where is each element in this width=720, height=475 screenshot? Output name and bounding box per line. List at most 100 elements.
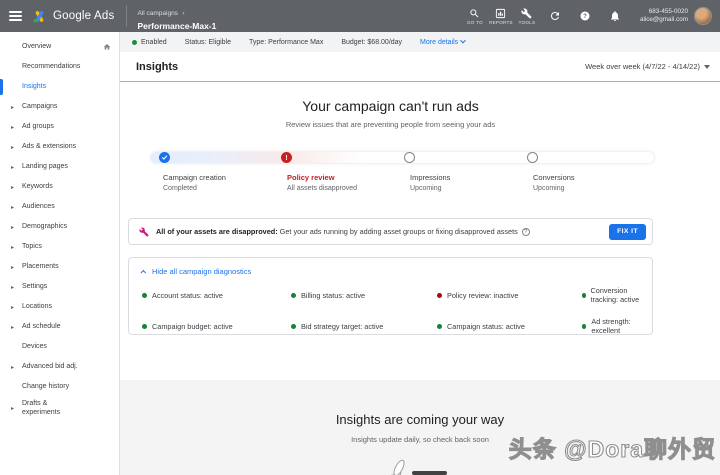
account-email: alice@gmail.com bbox=[639, 16, 688, 23]
enabled-dot-icon bbox=[132, 39, 137, 45]
sidebar-item-topics[interactable]: ▸ Topics bbox=[0, 237, 119, 257]
chevron-right-icon: ▸ bbox=[11, 164, 15, 171]
step-done-icon bbox=[159, 152, 170, 163]
reports-button[interactable]: REPORTS bbox=[488, 8, 514, 25]
sidebar-item-change-history[interactable]: Change history bbox=[0, 377, 119, 397]
diag-account-status: Account status: active bbox=[142, 286, 291, 304]
sidebar-item-settings[interactable]: ▸ Settings bbox=[0, 277, 119, 297]
alert-help-icon[interactable]: ? bbox=[521, 228, 530, 237]
step-upcoming-icon bbox=[527, 152, 538, 163]
tools-button[interactable]: TOOLS bbox=[514, 8, 540, 25]
sidebar-item-placements[interactable]: ▸ Placements bbox=[0, 257, 119, 277]
home-icon bbox=[103, 43, 111, 51]
google-ads-logo[interactable]: Google Ads bbox=[32, 9, 114, 24]
diag-policy-review: Policy review: inactive bbox=[437, 286, 582, 304]
campaign-issues-section: Your campaign can't run ads Review issue… bbox=[120, 82, 720, 348]
fix-it-button[interactable]: FIX IT bbox=[609, 223, 646, 240]
issues-subtitle: Review issues that are preventing people… bbox=[285, 120, 496, 129]
main-area: Enabled Status: Eligible Type: Performan… bbox=[120, 32, 720, 475]
status-ok-dot-icon bbox=[582, 323, 587, 329]
goto-search-button[interactable]: GO TO bbox=[462, 8, 488, 25]
hide-diagnostics-toggle[interactable]: Hide all campaign diagnostics bbox=[140, 267, 652, 276]
status-ok-dot-icon bbox=[437, 323, 442, 329]
sidebar-item-ads-extensions[interactable]: ▸ Ads & extensions bbox=[0, 137, 119, 157]
breadcrumb-all-campaigns[interactable]: All campaigns bbox=[137, 10, 177, 17]
status-ok-dot-icon bbox=[142, 323, 147, 329]
step-campaign-creation: Campaign creation Completed bbox=[163, 173, 226, 192]
goto-label: GO TO bbox=[467, 19, 483, 25]
top-app-bar: Google Ads All campaigns › Performance-M… bbox=[0, 0, 720, 32]
help-button[interactable]: ? bbox=[574, 5, 596, 27]
bell-icon bbox=[610, 11, 619, 21]
diag-campaign-status: Campaign status: active bbox=[437, 317, 582, 335]
sidebar-item-recommendations[interactable]: Recommendations bbox=[0, 57, 119, 77]
google-ads-triangle-icon bbox=[33, 10, 44, 22]
sidebar-item-demographics[interactable]: ▸ Demographics bbox=[0, 217, 119, 237]
sidebar-item-campaigns[interactable]: ▸ Campaigns bbox=[0, 97, 119, 117]
svg-text:?: ? bbox=[583, 14, 587, 20]
status-ok-dot-icon bbox=[291, 323, 296, 329]
chevron-right-icon: ▸ bbox=[11, 124, 15, 131]
sidebar-item-landing-pages[interactable]: ▸ Landing pages bbox=[0, 157, 119, 177]
date-range-selector[interactable]: Week over week (4/7/22 - 4/14/22) bbox=[585, 62, 710, 71]
chevron-right-icon: ▸ bbox=[11, 324, 15, 331]
sidebar-item-ad-schedule[interactable]: ▸ Ad schedule bbox=[0, 317, 119, 337]
chevron-right-icon: ▸ bbox=[11, 144, 15, 151]
help-icon: ? bbox=[580, 11, 590, 21]
diag-billing-status: Billing status: active bbox=[291, 286, 437, 304]
sidebar-item-ad-groups[interactable]: ▸ Ad groups bbox=[0, 117, 119, 137]
brand-name: Google Ads bbox=[53, 10, 115, 22]
status-eligible: Status: Eligible bbox=[184, 38, 232, 46]
avatar[interactable] bbox=[694, 7, 712, 25]
chevron-right-icon: ▸ bbox=[11, 204, 15, 211]
status-error-dot-icon bbox=[437, 292, 442, 298]
account-info[interactable]: 683-455-0020 alice@gmail.com bbox=[640, 8, 688, 24]
diag-ad-strength: Ad strength: excellent bbox=[582, 317, 652, 335]
account-id: 683-455-0020 bbox=[648, 7, 688, 15]
chevron-down-icon bbox=[460, 37, 467, 44]
campaign-type: Type: Performance Max bbox=[249, 38, 324, 46]
campaign-title: Performance-Max-1 bbox=[137, 20, 217, 31]
refresh-button[interactable] bbox=[544, 5, 566, 27]
sidebar-item-audiences[interactable]: ▸ Audiences bbox=[0, 197, 119, 217]
sidebar-item-locations[interactable]: ▸ Locations bbox=[0, 297, 119, 317]
plant-funnel-illustration bbox=[380, 459, 447, 475]
issues-title: Your campaign can't run ads bbox=[302, 98, 479, 114]
chevron-right-icon: ▸ bbox=[11, 244, 15, 251]
step-impressions: Impressions Upcoming bbox=[410, 173, 451, 192]
alert-message: All of your assets are disapproved: Get … bbox=[156, 227, 530, 237]
step-upcoming-icon bbox=[404, 152, 415, 163]
topbar-divider bbox=[126, 5, 128, 27]
wrench-icon bbox=[521, 8, 532, 19]
campaign-diagnostics-card: Hide all campaign diagnostics Account st… bbox=[128, 257, 653, 335]
sidebar-item-drafts-experiments[interactable]: ▸ Drafts & experiments bbox=[0, 397, 110, 419]
bar-chart-icon bbox=[496, 8, 506, 18]
diag-campaign-budget: Campaign budget: active bbox=[142, 317, 291, 335]
menu-icon[interactable] bbox=[0, 10, 30, 22]
more-details-link[interactable]: More details bbox=[420, 37, 467, 46]
enabled-status[interactable]: Enabled bbox=[132, 39, 167, 46]
chevron-right-icon: ▸ bbox=[11, 284, 15, 291]
chevron-right-icon: ▸ bbox=[11, 264, 15, 271]
sidebar-item-overview[interactable]: Overview bbox=[0, 37, 119, 57]
diagnostics-grid: Account status: active Billing status: a… bbox=[142, 286, 652, 335]
diag-bid-strategy: Bid strategy target: active bbox=[291, 317, 437, 335]
notifications-button[interactable] bbox=[604, 5, 626, 27]
search-icon bbox=[470, 8, 479, 17]
status-ok-dot-icon bbox=[142, 292, 147, 298]
status-ok-dot-icon bbox=[582, 292, 586, 298]
status-ok-dot-icon bbox=[291, 292, 296, 298]
topbar-actions: GO TO REPORTS TOOLS ? 683-455-0020 alice bbox=[462, 5, 720, 27]
sidebar-item-insights[interactable]: Insights bbox=[0, 77, 119, 97]
dropdown-arrow-icon bbox=[704, 64, 710, 69]
diag-conversion-tracking: Conversion tracking: active bbox=[582, 286, 652, 304]
chevron-right-icon: ▸ bbox=[11, 224, 15, 231]
coming-title: Insights are coming your way bbox=[335, 412, 505, 427]
pink-wrench-icon bbox=[139, 226, 149, 237]
campaign-status-bar: Enabled Status: Eligible Type: Performan… bbox=[120, 32, 720, 52]
sidebar-item-advanced-bid-adj[interactable]: ▸ Advanced bid adj. bbox=[0, 357, 119, 377]
sidebar-item-devices[interactable]: Devices bbox=[0, 337, 119, 357]
insights-header: Insights Week over week (4/7/22 - 4/14/2… bbox=[120, 52, 720, 82]
sidebar-item-keywords[interactable]: ▸ Keywords bbox=[0, 177, 119, 197]
breadcrumb-caret: › bbox=[182, 9, 185, 17]
